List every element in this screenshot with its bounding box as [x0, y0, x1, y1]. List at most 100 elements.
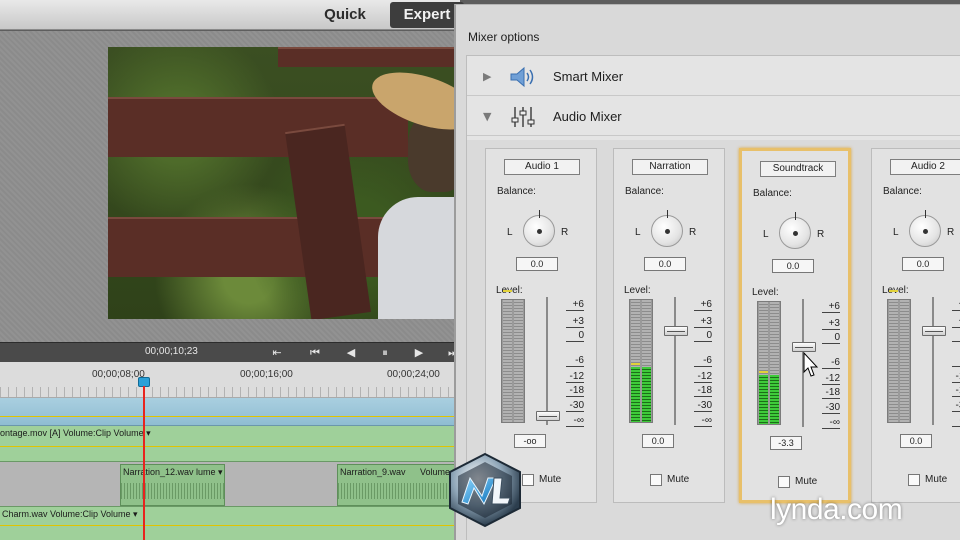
scale-mark: 0 — [816, 332, 840, 344]
meter-fill-right — [770, 375, 779, 424]
balance-value-field[interactable]: 0.0 — [644, 257, 686, 271]
right-label: R — [817, 229, 825, 240]
balance-knob[interactable] — [779, 212, 811, 249]
channel-name[interactable]: Audio 1 — [504, 159, 580, 175]
left-label: L — [507, 227, 513, 238]
mute-label: Mute — [925, 474, 948, 485]
clip-label: Narration_12.wav — [123, 467, 194, 477]
ruler-tick-label: 00;00;24;00 — [387, 369, 440, 380]
channel-name[interactable]: Narration — [632, 159, 708, 175]
mute-checkbox[interactable] — [778, 476, 790, 488]
meter-column-left — [889, 300, 898, 422]
meter-peak — [759, 371, 768, 373]
go-to-start-icon[interactable]: ⏮ — [306, 345, 324, 361]
meter-fill-right — [642, 367, 651, 422]
nv-logo-badge — [449, 452, 521, 528]
clip-label: Narration_9.wav — [340, 467, 406, 477]
level-value-field[interactable]: 0.0 — [642, 434, 674, 448]
balance-knob[interactable] — [523, 210, 555, 247]
balance-value-field[interactable]: 0.0 — [772, 259, 814, 273]
scale-mark: -30 — [816, 402, 840, 414]
db-scale: +6 +3 0 -6 -12 -18 -30 -∞ — [816, 301, 844, 429]
narration-clip[interactable]: Narration_12.wav lume ▾ — [120, 464, 225, 506]
meter-peak — [503, 290, 512, 292]
bench-plank — [108, 97, 408, 157]
meter-peak — [631, 363, 640, 365]
timecode-display: 00;00;10;23 — [145, 346, 198, 357]
volume-fader-handle[interactable] — [922, 326, 946, 336]
music-clip-label[interactable]: Charm.wav Volume:Clip Volume ▾ — [2, 509, 138, 520]
level-meter — [629, 299, 653, 423]
audio-mixer-row[interactable]: ▼ Audio Mixer — [467, 98, 960, 136]
db-scale: +6 +3 0 -6 -12 -18 -30 -∞ — [946, 299, 960, 427]
scale-mark: -30 — [946, 400, 960, 412]
collapse-arrow-icon[interactable]: ▼ — [483, 110, 491, 123]
quick-mode-button[interactable]: Quick — [310, 2, 380, 28]
screen: Quick Expert 00;00;10;23 ⇤ ⏮ ◀ ⏸ ▶ ⏭ 00;… — [0, 0, 960, 540]
mute-checkbox[interactable] — [908, 474, 920, 486]
waveform — [121, 483, 224, 499]
balance-value-field[interactable]: 0.0 — [902, 257, 944, 271]
balance-knob[interactable] — [651, 210, 683, 247]
mute-label: Mute — [795, 476, 818, 487]
level-value-field[interactable]: -oo — [514, 434, 546, 448]
smart-mixer-label: Smart Mixer — [553, 69, 624, 84]
channel-strip[interactable]: Narration Balance: L R 0.0 Level: +6 +3 0 -… — [613, 148, 725, 503]
scale-mark: -30 — [688, 400, 712, 412]
volume-line[interactable] — [0, 525, 460, 526]
level-value-field[interactable]: 0.0 — [900, 434, 932, 448]
set-in-point-icon[interactable]: ⇤ — [268, 345, 286, 361]
meter-fill-left — [631, 367, 640, 422]
audio-track[interactable]: ontage.mov [A] Volume:Clip Volume ▾ — [0, 426, 460, 462]
channel-strip[interactable]: Audio 2 Balance: L R 0.0 Level: +6+30-6-… — [871, 148, 960, 503]
audio-clip-label[interactable]: ontage.mov [A] Volume:Clip Volume ▾ — [0, 428, 151, 439]
expert-mode-button[interactable]: Expert — [390, 2, 464, 28]
volume-fader-handle[interactable] — [792, 341, 816, 352]
channel-name[interactable]: Soundtrack — [760, 161, 836, 177]
smart-mixer-row[interactable]: ▶ Smart Mixer — [467, 58, 960, 96]
balance-value-field[interactable]: 0.0 — [516, 257, 558, 271]
mute-label: Mute — [667, 474, 690, 485]
fader-track[interactable] — [674, 297, 676, 425]
timeline-ruler[interactable]: 00;00;08;00 00;00;16;00 00;00;24;00 — [0, 362, 460, 398]
level-meter — [757, 301, 781, 425]
right-label: R — [947, 227, 955, 238]
volume-fader-handle[interactable] — [664, 326, 688, 336]
balance-knob[interactable] — [909, 210, 941, 247]
clip-volume-label[interactable]: lume ▾ — [196, 467, 223, 478]
step-back-icon[interactable]: ◀ — [342, 345, 360, 361]
volume-fader-handle[interactable] — [536, 411, 560, 421]
waveform — [338, 483, 461, 499]
scale-mark: +3 — [816, 318, 840, 330]
channel-strip[interactable]: Audio 1 Balance: L R 0.0 Level: +6+30-6-… — [485, 148, 597, 503]
fader-track[interactable] — [932, 297, 934, 425]
mute-label: Mute — [539, 474, 562, 485]
fader-track[interactable] — [546, 297, 548, 425]
mute-checkbox[interactable] — [650, 474, 662, 486]
scale-mark: 0 — [688, 330, 712, 342]
level-value-field[interactable]: -3.3 — [770, 436, 802, 450]
meter-column-right — [900, 300, 909, 422]
scale-mark: -12 — [560, 371, 584, 383]
scale-mark: -∞ — [560, 415, 584, 427]
video-track[interactable] — [0, 398, 460, 426]
volume-line[interactable] — [0, 416, 460, 417]
scale-mark: -∞ — [816, 417, 840, 429]
scale-mark: +3 — [560, 316, 584, 328]
step-forward-icon[interactable]: ▶ — [410, 345, 428, 361]
meter-column-left — [503, 300, 512, 422]
expand-arrow-icon[interactable]: ▶ — [483, 70, 491, 83]
knob-center — [923, 229, 928, 234]
volume-line[interactable] — [0, 446, 460, 447]
knob-indicator — [795, 212, 796, 220]
balance-label: Balance: — [753, 188, 792, 199]
channel-strip[interactable]: Soundtrack Balance: L R 0.0 Level: +6 +3 0… — [739, 148, 851, 503]
balance-label: Balance: — [625, 186, 664, 197]
level-meter — [887, 290, 911, 423]
scale-mark: +6 — [688, 299, 712, 311]
bench-plank — [278, 47, 460, 67]
ruler-ticks — [0, 387, 460, 397]
channel-name[interactable]: Audio 2 — [890, 159, 960, 175]
soundtrack-track[interactable]: Charm.wav Volume:Clip Volume ▾ — [0, 506, 460, 540]
pause-icon[interactable]: ⏸ — [376, 345, 394, 361]
